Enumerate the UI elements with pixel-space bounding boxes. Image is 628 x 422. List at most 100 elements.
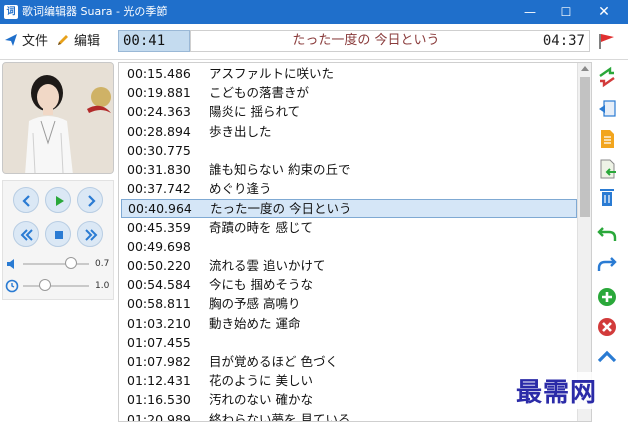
redo-icon[interactable] (596, 252, 618, 274)
fast-forward-button[interactable] (77, 221, 103, 247)
watermark: 最需网 (516, 372, 598, 409)
next-line-button[interactable] (77, 187, 103, 213)
edit-menu-label: 编辑 (74, 34, 101, 49)
lyric-row[interactable]: 00:50.220 流れる雲 追いかけて (121, 257, 577, 276)
lyric-row[interactable]: 01:07.982 目が覚めるほど 色づく (121, 353, 577, 372)
lyric-text: 誰も知らない 約束の丘で (209, 162, 351, 177)
double-chevron-right-icon (85, 229, 98, 241)
speed-value: 1.0 (95, 281, 110, 291)
file-menu-label: 文件 (22, 34, 49, 49)
file-menu[interactable]: 文件 (4, 32, 48, 52)
lyrics-list[interactable]: 00:15.486 アスファルトに咲いた 00:19.881 こどもの落書きが 00:2… (118, 62, 592, 422)
pencil-icon (58, 35, 68, 45)
add-icon[interactable] (596, 286, 618, 308)
insert-line-icon[interactable] (596, 98, 618, 120)
minimize-button[interactable]: — (512, 0, 548, 24)
lyric-row[interactable]: 00:28.894 歩き出した (121, 123, 577, 142)
lyric-timestamp: 00:58.811 (127, 296, 191, 312)
lyric-row[interactable]: 00:24.363 陽炎に 揺られて (121, 103, 577, 122)
swap-arrows-icon[interactable] (596, 66, 618, 88)
current-lyric: たった一度の 今日という (292, 33, 440, 48)
lyric-timestamp: 00:28.894 (127, 123, 191, 139)
trash-icon[interactable] (596, 186, 618, 208)
volume-icon (7, 259, 14, 269)
lyric-row[interactable]: 01:07.455 (121, 334, 577, 353)
double-chevron-left-icon (20, 229, 33, 241)
send-arrow-icon (5, 34, 17, 46)
play-button[interactable] (45, 187, 71, 213)
lyric-row[interactable]: 01:03.210 動き始めた 運命 (121, 315, 577, 334)
lyric-text: 花のように 美しい (209, 373, 313, 389)
volume-slider-track (23, 263, 89, 265)
speed-slider[interactable] (23, 279, 89, 293)
speed-slider-track (23, 285, 89, 287)
lyric-timestamp: 01:16.530 (127, 392, 191, 408)
lyric-timestamp: 00:31.830 (127, 162, 191, 177)
document-icon[interactable] (596, 128, 618, 150)
scrollbar-thumb[interactable] (580, 77, 590, 217)
lyric-timestamp: 01:07.455 (127, 334, 191, 350)
volume-value: 0.7 (95, 259, 110, 269)
lyric-text: こどもの落書きが (209, 85, 310, 101)
flag-icon[interactable] (596, 32, 618, 50)
lyric-timestamp: 00:15.486 (127, 66, 191, 81)
import-file-icon[interactable] (596, 158, 618, 180)
lyric-row[interactable]: 01:16.530 汚れのない 確かな (121, 391, 577, 410)
album-cover-image (3, 63, 113, 173)
lyric-text: 奇蹟の時を 感じて (209, 219, 313, 235)
current-lyric-bar: たった一度の 今日という 04:37 (190, 30, 590, 52)
lyric-row[interactable]: 00:58.811 胸の予感 高鳴り (121, 295, 577, 314)
close-button[interactable]: ✕ (586, 0, 622, 24)
chevron-left-icon (22, 195, 30, 207)
remove-icon[interactable] (596, 316, 618, 338)
speed-slider-knob[interactable] (39, 279, 51, 291)
lyric-text: アスファルトに咲いた (209, 66, 335, 81)
lyric-timestamp: 00:54.584 (127, 277, 191, 293)
lyric-row[interactable]: 00:54.584 今にも 掴めそうな (121, 276, 577, 295)
rewind-button[interactable] (13, 221, 39, 247)
lyric-row[interactable]: 00:49.698 (121, 238, 577, 257)
lyric-timestamp: 00:49.698 (127, 238, 191, 254)
lyric-text: 歩き出した (209, 123, 272, 139)
lyric-text: 流れる雲 追いかけて (209, 258, 326, 273)
lyric-text: 目が覚めるほど 色づく (209, 354, 338, 369)
lyric-timestamp: 01:07.982 (127, 354, 191, 369)
total-duration: 04:37 (542, 33, 585, 49)
lyric-text: 今にも 掴めそうな (209, 277, 313, 293)
lyric-timestamp: 01:20.989 (127, 411, 191, 422)
lyric-text: 汚れのない 確かな (209, 392, 313, 408)
stop-icon (55, 231, 63, 239)
lyric-row[interactable]: 00:45.359 奇蹟の時を 感じて (121, 219, 577, 238)
undo-icon[interactable] (596, 222, 618, 244)
lyric-row[interactable]: 00:19.881 こどもの落書きが (121, 84, 577, 103)
volume-slider[interactable] (23, 257, 89, 271)
lyric-text: 動き始めた 運命 (209, 315, 301, 331)
lyric-row[interactable]: 00:37.742 めぐり逢う (121, 180, 577, 199)
stop-button[interactable] (45, 221, 71, 247)
vertical-scrollbar[interactable] (577, 63, 591, 421)
maximize-button[interactable]: ☐ (548, 0, 584, 24)
volume-slider-knob[interactable] (65, 257, 77, 269)
selected-lyric-row[interactable]: 00:40.964 たった一度の 今日という (121, 199, 577, 219)
chevron-right-icon (88, 195, 96, 207)
window-title: 歌词编辑器 Suara - 光の季節 (22, 5, 168, 18)
lyric-timestamp: 00:19.881 (127, 85, 191, 101)
lyric-row[interactable]: 00:31.830 誰も知らない 約束の丘で (121, 161, 577, 180)
lyric-row[interactable]: 00:15.486 アスファルトに咲いた (121, 65, 577, 84)
lyric-row[interactable]: 01:20.989 終わらない夢を 見ている (121, 411, 577, 422)
prev-line-button[interactable] (13, 187, 39, 213)
scroll-up-arrow-icon[interactable] (581, 66, 589, 71)
title-bar: 词 歌词编辑器 Suara - 光の季節 — ☐ ✕ (0, 0, 628, 24)
edit-menu[interactable]: 编辑 (56, 32, 100, 52)
lyric-timestamp: 00:45.359 (127, 219, 191, 235)
lyric-timestamp: 01:12.431 (127, 373, 191, 389)
move-up-icon[interactable] (596, 346, 618, 368)
lyric-row[interactable]: 01:12.431 花のように 美しい (121, 372, 577, 391)
lyric-timestamp: 00:40.964 (128, 201, 192, 217)
lyric-timestamp: 00:30.775 (127, 142, 191, 158)
album-cover (2, 62, 114, 174)
current-time: 00:41 (118, 30, 190, 52)
lyric-timestamp: 00:37.742 (127, 181, 191, 197)
lyric-row[interactable]: 00:30.775 (121, 142, 577, 161)
lyric-timestamp: 00:24.363 (127, 104, 191, 120)
